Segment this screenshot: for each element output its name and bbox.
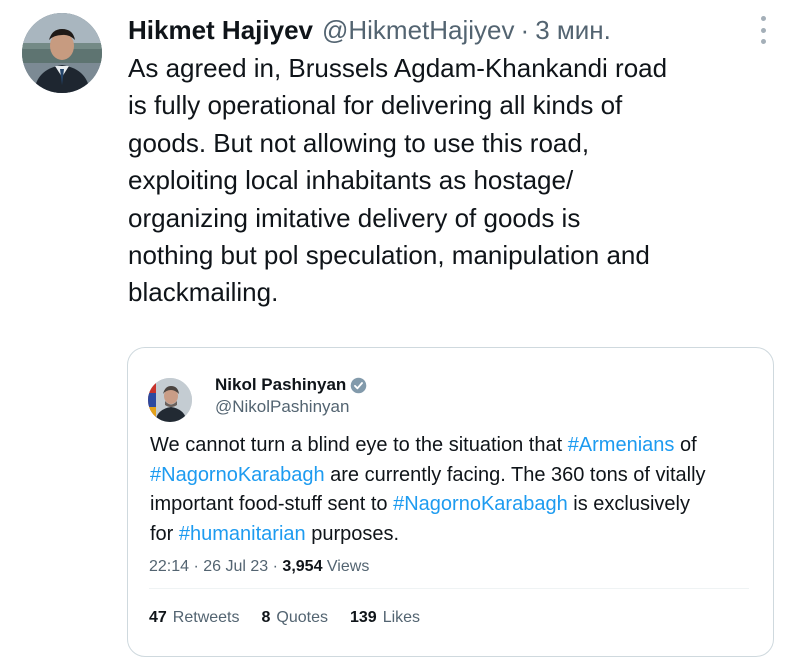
hashtag-link[interactable]: #Armenians — [568, 434, 675, 456]
hashtag-link[interactable]: #NagornoKarabagh — [150, 464, 325, 486]
tweet-text: As agreed in, Brussels Agdam-Khankandi r… — [128, 50, 788, 312]
quoted-author-name[interactable]: Nikol Pashinyan — [215, 374, 346, 396]
quoted-text-part: We cannot turn a blind eye to the situat… — [150, 434, 568, 456]
verified-badge-icon — [350, 377, 367, 394]
tweet-text-line: goods. But not allowing to use this road… — [128, 127, 590, 158]
tweet: Hikmet Hajiyev @HikmetHajiyev · 3 мин. A… — [0, 0, 800, 657]
retweets-label: Retweets — [172, 609, 240, 626]
tweet-header: Hikmet Hajiyev @HikmetHajiyev · 3 мин. — [128, 10, 611, 50]
quotes-count: 8 — [261, 609, 271, 626]
quoted-text-part: are currently facing. The 360 tons of vi… — [324, 463, 706, 486]
quoted-author-handle[interactable]: @NikolPashinyan — [215, 396, 349, 418]
tweet-text-line: exploiting local inhabitants as hostage/ — [128, 165, 574, 196]
author-handle[interactable]: @HikmetHajiyev — [322, 10, 515, 50]
likes-label: Likes — [382, 609, 421, 626]
tweet-text-line: is fully operational for delivering all … — [128, 90, 623, 121]
author-avatar[interactable] — [22, 13, 102, 93]
author-name[interactable]: Hikmet Hajiyev — [128, 10, 313, 50]
quoted-text-part: purposes. — [305, 522, 400, 545]
hashtag-link[interactable]: #humanitarian — [179, 523, 306, 545]
quoted-author-avatar[interactable] — [148, 378, 192, 422]
likes-stat[interactable]: 139 Likes — [350, 607, 420, 629]
quoted-text-part: of — [674, 434, 697, 456]
quotes-stat[interactable]: 8 Quotes — [262, 607, 329, 629]
header-separator: · — [520, 15, 530, 45]
views-label: Views — [326, 558, 370, 575]
quoted-timestamp[interactable]: 22:14 · 26 Jul 23 · — [149, 558, 282, 575]
retweets-stat[interactable]: 47 Retweets — [149, 607, 240, 629]
quoted-stats-divider — [149, 588, 749, 589]
quoted-tweet-text: We cannot turn a blind eye to the situat… — [150, 431, 770, 549]
more-options-icon[interactable] — [755, 16, 771, 44]
tweet-text-line: blackmailing. — [128, 277, 279, 308]
quoted-author-avatar-image — [148, 378, 192, 422]
retweets-count: 47 — [149, 609, 167, 626]
quoted-text-part: is exclusively — [567, 493, 690, 515]
quoted-author-name-row: Nikol Pashinyan — [215, 374, 367, 396]
quoted-tweet-stats: 47 Retweets 8 Quotes 139 Likes — [149, 607, 420, 629]
hashtag-link[interactable]: #NagornoKarabagh — [393, 493, 568, 515]
likes-count: 139 — [350, 609, 377, 626]
quotes-label: Quotes — [276, 609, 328, 626]
tweet-text-line: nothing but pol speculation, manipulatio… — [128, 240, 650, 271]
quoted-text-part: for — [150, 522, 179, 545]
tweet-text-line: As agreed in, Brussels Agdam-Khankandi r… — [128, 53, 668, 83]
tweet-time[interactable]: 3 мин. — [535, 10, 611, 50]
quoted-text-part: important food-stuff sent to — [150, 493, 394, 515]
quoted-tweet-meta: 22:14 · 26 Jul 23 · 3,954 Views — [149, 556, 369, 578]
tweet-text-line: organizing imitative delivery of goods i… — [128, 202, 581, 233]
author-avatar-image — [22, 13, 102, 93]
views-count: 3,954 — [282, 558, 323, 575]
